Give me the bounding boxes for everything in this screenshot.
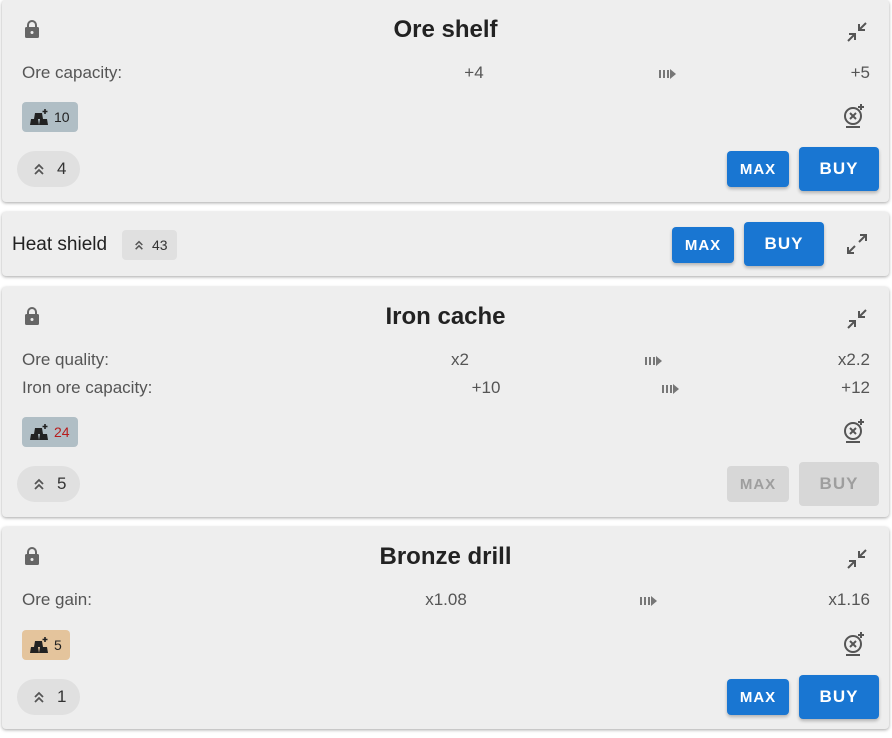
max-button[interactable]: MAX — [727, 679, 789, 715]
stat-label: Ore gain: — [22, 590, 92, 609]
cost-value: 24 — [54, 424, 70, 440]
stat-row: Ore capacity: +4 +5 — [22, 63, 872, 87]
stat-next-value: +12 — [841, 378, 870, 397]
double-chevron-up-icon — [34, 691, 44, 703]
level-chip: 1 — [17, 679, 81, 715]
cost-chip: 10 — [22, 102, 78, 132]
target-icon[interactable] — [841, 418, 867, 444]
stat-next-value: +5 — [850, 63, 870, 82]
ore-bars-icon — [30, 424, 48, 440]
stat-label: Ore capacity: — [22, 63, 123, 82]
max-button[interactable]: MAX — [727, 466, 789, 502]
double-chevron-up-icon — [34, 478, 44, 490]
stat-current-value: +4 — [464, 63, 484, 82]
double-chevron-up-icon — [34, 163, 44, 175]
target-icon[interactable] — [841, 631, 867, 657]
stat-current-value: +10 — [471, 378, 501, 397]
buy-button[interactable]: BUY — [799, 147, 879, 191]
level-value: 4 — [57, 159, 67, 178]
collapse-icon[interactable] — [843, 18, 871, 46]
stat-row: Iron ore capacity: +10 +12 — [22, 378, 872, 402]
card-title: Bronze drill — [379, 543, 512, 570]
arrow-right-dashed-icon — [662, 384, 679, 394]
arrow-right-dashed-icon — [640, 596, 657, 606]
upgrade-card-bronze-drill: Bronze drill Ore gain: x1.08 x1.16 5 1 M… — [2, 527, 889, 729]
stat-next-value: x2.2 — [837, 350, 870, 369]
collapse-icon[interactable] — [843, 305, 871, 333]
level-value: 5 — [57, 474, 67, 493]
stat-next-value: x1.16 — [828, 590, 870, 609]
stat-label: Ore quality: — [22, 350, 109, 369]
cost-value: 10 — [54, 109, 70, 125]
card-title: Ore shelf — [393, 16, 498, 43]
cost-value: 5 — [54, 637, 62, 653]
collapse-icon[interactable] — [843, 545, 871, 573]
cost-chip: 24 — [22, 417, 78, 447]
max-button[interactable]: MAX — [672, 227, 734, 263]
buy-button[interactable]: BUY — [744, 222, 824, 266]
ore-bars-icon — [30, 637, 48, 653]
buy-button[interactable]: BUY — [799, 462, 879, 506]
stat-current-value: x2 — [451, 350, 469, 369]
upgrade-card-iron-cache: Iron cache Ore quality: x2 x2.2 Iron ore… — [2, 287, 889, 517]
stat-label: Iron ore capacity: — [22, 378, 153, 397]
level-value: 1 — [57, 687, 67, 706]
card-title: Heat shield — [12, 234, 108, 255]
double-chevron-up-icon — [135, 240, 143, 250]
arrow-right-dashed-icon — [645, 356, 662, 366]
upgrade-card-ore-shelf: Ore shelf Ore capacity: +4 +5 10 4 MAX B… — [2, 0, 889, 202]
card-title: Iron cache — [385, 303, 506, 330]
stat-row: Ore quality: x2 x2.2 — [22, 350, 872, 374]
level-value: 43 — [152, 237, 168, 253]
stat-row: Ore gain: x1.08 x1.16 — [22, 590, 872, 614]
cost-chip: 5 — [22, 630, 70, 660]
expand-icon[interactable] — [843, 230, 871, 258]
level-chip: 5 — [17, 466, 81, 502]
target-icon[interactable] — [841, 103, 867, 129]
arrow-right-dashed-icon — [659, 69, 676, 79]
ore-bars-icon — [30, 109, 48, 125]
level-chip: 43 — [122, 230, 177, 260]
upgrade-card-heat-shield: Heat shield 43 MAX BUY — [2, 212, 889, 276]
level-chip: 4 — [17, 151, 81, 187]
stat-current-value: x1.08 — [425, 590, 467, 609]
max-button[interactable]: MAX — [727, 151, 789, 187]
buy-button[interactable]: BUY — [799, 675, 879, 719]
